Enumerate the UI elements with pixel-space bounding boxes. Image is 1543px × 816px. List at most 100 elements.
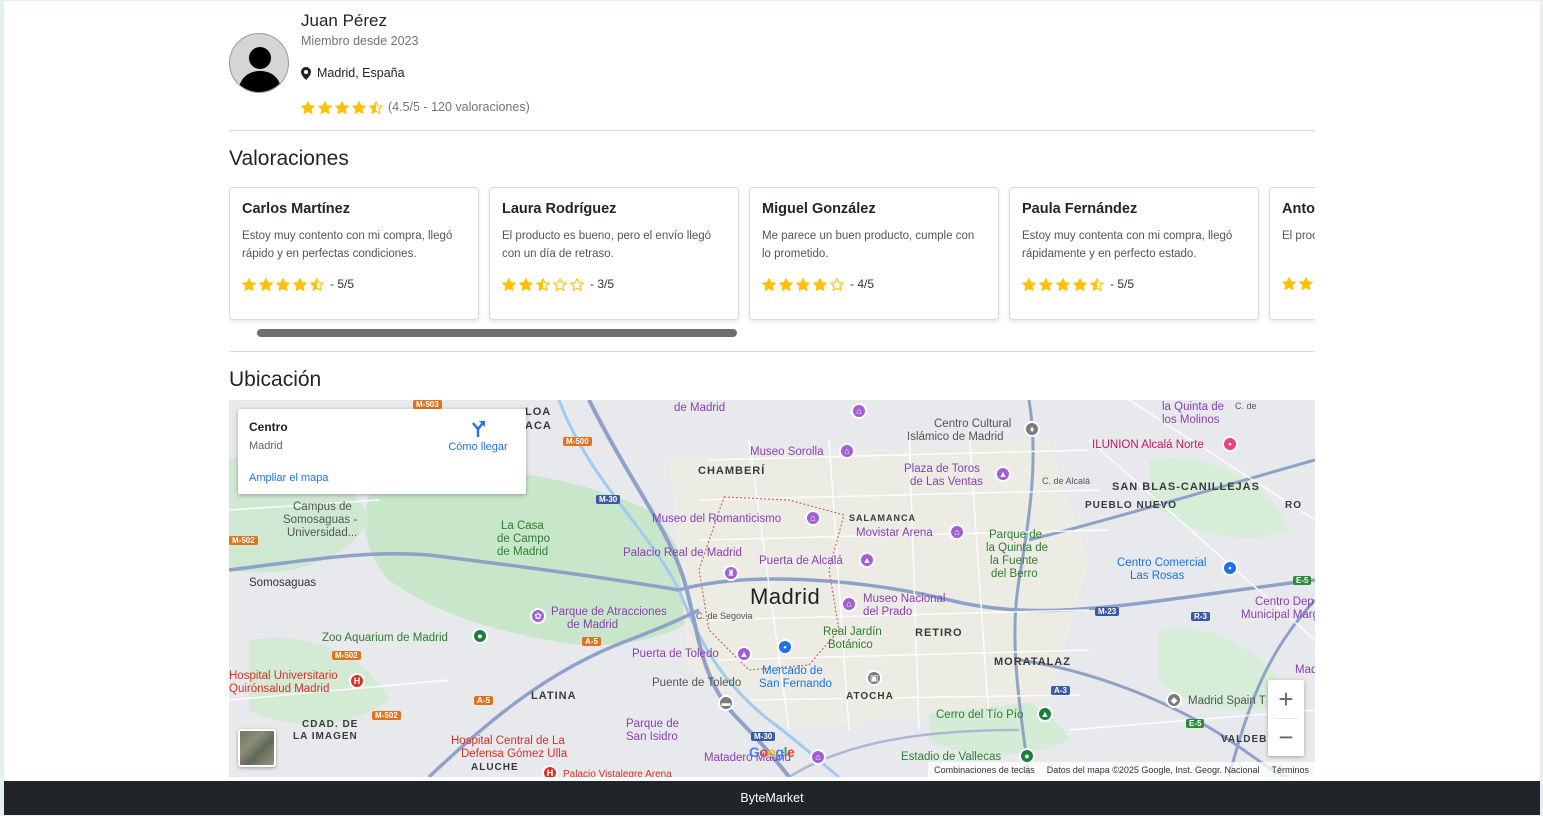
review-stars	[762, 277, 844, 291]
map[interactable]: Madrid CHAMBERÍ SALAMANCA RETIRO MORATAL…	[229, 400, 1315, 777]
map-poi-label[interactable]: del Prado	[863, 606, 912, 618]
directions-button[interactable]: Cómo llegar	[448, 419, 508, 453]
road-badge: A-3	[1051, 686, 1070, 695]
rating-summary: (4.5/5 - 120 valoraciones)	[388, 100, 530, 114]
map-poi-label[interactable]: Hospital Central de La	[451, 735, 565, 747]
map-poi-label[interactable]: los Molinos	[1162, 414, 1220, 426]
review-card: Laura Rodríguez El producto es bueno, per…	[489, 187, 739, 320]
map-poi-label[interactable]: Museo Nacional	[863, 593, 945, 605]
map-poi-label[interactable]: San Isidro	[626, 731, 678, 743]
map-poi-label[interactable]: Universidad...	[287, 527, 357, 539]
keyboard-shortcuts-link[interactable]: Combinaciones de teclas	[934, 765, 1035, 775]
park-icon[interactable]: ▲	[1037, 706, 1053, 722]
map-poi-label[interactable]: Municipal Margot	[1241, 609, 1315, 621]
map-poi-label[interactable]: de Madrid	[567, 619, 618, 631]
stadium-icon[interactable]: ⌂	[949, 524, 965, 540]
map-poi-label[interactable]: Madrid	[1295, 664, 1315, 676]
map-poi-label[interactable]: Quirónsalud Madrid	[229, 683, 329, 695]
map-area-label: LOA	[525, 406, 552, 418]
map-poi-label[interactable]: Movistar Arena	[856, 527, 933, 539]
satellite-view-toggle[interactable]	[238, 729, 276, 767]
worship-icon[interactable]: ♦	[1024, 421, 1040, 437]
map-poi-label[interactable]: Palacio Vistalegre Arena	[563, 769, 672, 777]
map-poi-label[interactable]: Parque de	[626, 718, 679, 730]
map-poi-label[interactable]: Puerta de Toledo	[632, 648, 719, 660]
map-park-label[interactable]: La Casa	[501, 520, 544, 532]
map-poi-label[interactable]: Puente de Toledo	[652, 677, 741, 689]
map-poi-label[interactable]: Centro Comercial	[1117, 557, 1206, 569]
reviews-scrollbar[interactable]	[257, 329, 737, 337]
shopping-icon[interactable]: ▪	[1222, 560, 1238, 576]
star-half-icon	[369, 100, 383, 114]
map-park-label[interactable]: Botánico	[828, 639, 873, 651]
reviews-carousel[interactable]: Carlos Martínez Estoy muy contento con mi…	[229, 187, 1315, 339]
map-poi-label[interactable]: Campus de	[293, 501, 352, 513]
map-park-label[interactable]: Zoo Aquarium de Madrid	[322, 632, 448, 644]
landmark-icon[interactable]: ▲	[736, 646, 752, 662]
hospital-icon[interactable]: H	[542, 765, 558, 777]
map-poi-label[interactable]: ILUNION Alcalá Norte	[1092, 439, 1204, 451]
map-poi-label[interactable]: Las Rosas	[1130, 570, 1184, 582]
review-score: - 3/5	[590, 277, 615, 291]
zoom-controls: + −	[1268, 680, 1304, 756]
enlarge-map-link[interactable]: Ampliar el mapa	[249, 472, 328, 484]
map-poi-label[interactable]: Plaza de Toros	[904, 463, 980, 475]
map-park-label[interactable]: Parque de	[989, 529, 1042, 541]
location-pin-icon	[301, 66, 311, 80]
review-author: Miguel González	[762, 201, 876, 217]
zoom-in-button[interactable]: +	[1268, 680, 1304, 718]
review-rating: - 5/5	[242, 277, 466, 291]
zoom-out-button[interactable]: −	[1268, 718, 1304, 756]
map-park-label[interactable]: del Berro	[991, 568, 1038, 580]
terms-link[interactable]: Términos	[1271, 765, 1309, 775]
landmark-icon[interactable]: ⌂	[851, 403, 867, 419]
shopping-cart-icon[interactable]: ▪	[777, 639, 793, 655]
map-poi-label[interactable]: Parque de Atracciones	[551, 606, 667, 618]
map-area-label: PUEBLO NUEVO	[1085, 500, 1178, 511]
map-poi-label[interactable]: Mercado de	[762, 665, 823, 677]
museum-icon[interactable]: ⌂	[839, 443, 855, 459]
star-full-icon	[762, 277, 776, 291]
map-poi-label[interactable]: San Fernando	[759, 678, 832, 690]
map-poi-label[interactable]: Puerta de Alcalá	[759, 555, 843, 567]
map-park-label[interactable]: de Madrid	[497, 546, 548, 558]
landmark-icon[interactable]: ⌂	[810, 749, 826, 765]
map-poi-label[interactable]: Centro Dep	[1255, 596, 1314, 608]
map-park-label[interactable]: la Fuente	[990, 555, 1038, 567]
map-poi-label[interactable]: Defensa Gómez Ulla	[461, 748, 567, 760]
map-poi-label[interactable]: la Quinta de	[1162, 401, 1224, 413]
star-empty-icon	[570, 277, 584, 291]
map-park-label[interactable]: de Campo	[497, 533, 550, 545]
museum-icon[interactable]: ⌂	[841, 596, 857, 612]
bridge-icon[interactable]: ▬	[718, 695, 734, 711]
landmark-icon[interactable]: ▲	[859, 552, 875, 568]
map-poi-label[interactable]: Somosaguas -	[283, 514, 357, 526]
temple-icon[interactable]: ◆	[1166, 692, 1182, 708]
amusement-park-icon[interactable]: ✿	[530, 608, 546, 624]
hotel-icon[interactable]: ▪	[1222, 436, 1238, 452]
zoo-icon[interactable]: ●	[472, 628, 488, 644]
hospital-icon[interactable]: H	[349, 673, 365, 689]
map-poi-label[interactable]: Palacio Real de Madrid	[623, 547, 742, 559]
map-poi-label[interactable]: Madrid Spain T	[1188, 695, 1266, 707]
map-poi-label[interactable]: Hospital Universitario	[229, 670, 338, 682]
map-poi-label[interactable]: de Las Ventas	[910, 476, 983, 488]
review-text: Estoy muy contento con mi compra, llegó …	[242, 230, 453, 260]
map-place-name: Centro	[249, 420, 288, 434]
map-poi-label[interactable]: Museo del Romanticismo	[652, 513, 781, 525]
landmark-icon[interactable]: ▲	[995, 466, 1011, 482]
review-author: Laura Rodríguez	[502, 201, 617, 217]
map-park-label[interactable]: la Quinta de	[986, 542, 1048, 554]
profile-location: Madrid, España	[301, 66, 405, 80]
map-park-label[interactable]: Real Jardín	[823, 626, 882, 638]
map-poi-label[interactable]: Museo Sorolla	[750, 446, 824, 458]
train-station-icon[interactable]: ▣	[866, 670, 882, 686]
palace-icon[interactable]: ♜	[723, 565, 739, 581]
review-author: Anto	[1282, 201, 1315, 217]
museum-icon[interactable]: ⌂	[805, 510, 821, 526]
map-place-city: Madrid	[249, 440, 283, 452]
map-park-label[interactable]: Cerro del Tío Pío	[936, 709, 1023, 721]
map-poi-label[interactable]: Centro Cultural	[934, 418, 1011, 430]
map-area-label: MORATALAZ	[994, 656, 1072, 668]
map-poi-label[interactable]: Islámico de Madrid	[907, 431, 1004, 443]
